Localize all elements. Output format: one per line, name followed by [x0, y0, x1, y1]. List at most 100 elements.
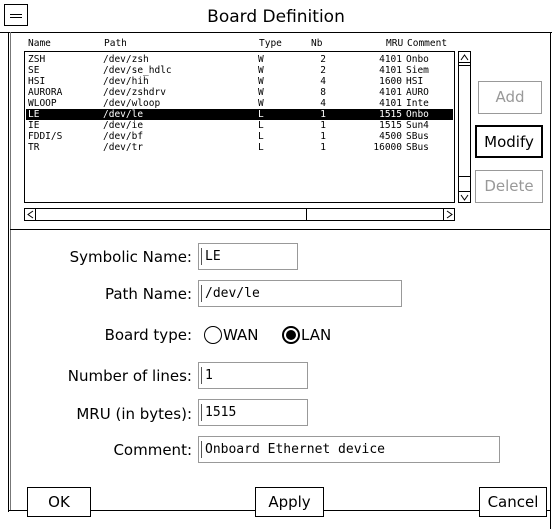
window-title: Board Definition	[207, 7, 345, 27]
list-cell-path: /dev/wloop	[103, 98, 161, 109]
list-cell-nb: 2	[320, 65, 326, 76]
text-caret	[201, 285, 202, 302]
board-type-label: Board type:	[104, 326, 192, 344]
scroll-down-arrow-icon[interactable]	[459, 191, 470, 202]
window-left-border	[8, 32, 9, 512]
column-header-mru: MRU	[386, 38, 404, 49]
symbolic-name-label: Symbolic Name:	[69, 248, 192, 266]
scroll-left-arrow-icon[interactable]	[25, 209, 36, 220]
number-of-lines-value: 1	[205, 368, 213, 383]
list-item[interactable]: LE/dev/le L 1 1515 Onbo	[26, 109, 453, 120]
list-cell-name: TR	[28, 142, 40, 153]
column-header-nb: Nb	[311, 38, 323, 49]
list-cell-comment: SBus	[406, 131, 429, 142]
list-cell-name: FDDI/S	[28, 131, 63, 142]
section-divider	[10, 229, 550, 230]
list-cell-name: ZSH	[28, 54, 46, 65]
scroll-right-arrow-icon[interactable]	[443, 209, 454, 220]
mru-value: 1515	[205, 405, 237, 420]
list-cell-name: LE	[28, 109, 40, 120]
path-name-value: /dev/le	[205, 286, 260, 301]
list-item[interactable]: AURORA/dev/zshdrv W 8 4101 AURO	[26, 87, 453, 98]
list-cell-nb: 1	[320, 120, 326, 131]
list-cell-nb: 2	[320, 54, 326, 65]
comment-field[interactable]: Onboard Ethernet device	[198, 436, 500, 463]
list-cell-type: L	[258, 142, 264, 153]
list-cell-type: W	[258, 87, 264, 98]
add-button[interactable]: Add	[478, 81, 542, 114]
list-item[interactable]: FDDI/S/dev/bf L 1 4500 SBus	[26, 131, 453, 142]
list-item[interactable]: TR/dev/tr L 1 16000 SBus	[26, 142, 453, 153]
list-cell-path: /dev/le	[103, 109, 144, 120]
list-cell-nb: 8	[320, 87, 326, 98]
list-cell-comment: SBus	[406, 142, 429, 153]
list-cell-path: /dev/zsh	[103, 54, 149, 65]
list-item[interactable]: ZSH/dev/zsh W 2 4101 Onbo	[26, 54, 453, 65]
path-name-field[interactable]: /dev/le	[198, 280, 402, 307]
list-cell-type: W	[258, 98, 264, 109]
list-cell-comment: Siem	[406, 65, 429, 76]
column-header-type: Type	[259, 38, 282, 49]
apply-button[interactable]: Apply	[255, 487, 324, 517]
list-cell-comment: Onbo	[406, 54, 429, 65]
symbolic-name-value: LE	[205, 249, 221, 264]
list-cell-comment: Sun4	[406, 120, 429, 131]
text-caret	[201, 404, 202, 421]
list-item[interactable]: WLOOP/dev/wloop W 4 4101 Inte	[26, 98, 453, 109]
horizontal-scroll-thumb[interactable]	[37, 209, 307, 220]
list-cell-mru: 1515	[379, 109, 402, 120]
column-header-path: Path	[104, 38, 127, 49]
ok-button[interactable]: OK	[27, 487, 91, 517]
column-header-name: Name	[28, 38, 51, 49]
list-item[interactable]: HSI/dev/hih W 4 1600 HSI	[26, 76, 453, 87]
delete-button[interactable]: Delete	[475, 170, 543, 203]
number-of-lines-label: Number of lines:	[67, 367, 192, 385]
symbolic-name-field[interactable]: LE	[198, 243, 298, 270]
list-cell-nb: 1	[320, 142, 326, 153]
list-cell-name: AURORA	[28, 87, 63, 98]
lan-radio-button[interactable]	[282, 326, 300, 344]
list-cell-mru: 4101	[379, 65, 402, 76]
list-cell-mru: 1600	[379, 76, 402, 87]
mru-field[interactable]: 1515	[198, 399, 308, 426]
list-vertical-scrollbar[interactable]	[458, 51, 471, 203]
list-cell-type: L	[258, 120, 264, 131]
wan-radio-label[interactable]: WAN	[223, 326, 259, 344]
list-cell-type: L	[258, 131, 264, 142]
window-right-border	[550, 32, 551, 529]
list-cell-mru: 4101	[379, 98, 402, 109]
board-definition-window: Board Definition Name Path Type Nb MRU C…	[0, 0, 552, 529]
list-item[interactable]: IE/dev/ie L 1 1515 Sun4	[26, 120, 453, 131]
vertical-scroll-thumb[interactable]	[459, 65, 470, 177]
list-cell-comment: HSI	[406, 76, 424, 87]
list-cell-type: L	[258, 109, 264, 120]
cancel-button[interactable]: Cancel	[479, 487, 547, 517]
lan-radio-label[interactable]: LAN	[301, 326, 331, 344]
modify-button[interactable]: Modify	[475, 125, 543, 158]
list-cell-mru: 1515	[379, 120, 402, 131]
list-cell-path: /dev/hih	[103, 76, 149, 87]
list-cell-name: SE	[28, 65, 40, 76]
list-horizontal-scrollbar[interactable]	[24, 208, 455, 221]
text-caret	[201, 441, 202, 458]
path-name-label: Path Name:	[104, 285, 192, 303]
wan-radio-button[interactable]	[204, 326, 222, 344]
scroll-up-arrow-icon[interactable]	[459, 52, 470, 63]
mru-label: MRU (in bytes):	[76, 405, 192, 423]
list-cell-mru: 4101	[379, 87, 402, 98]
board-list[interactable]: ZSH/dev/zsh W 2 4101 Onbo SE/dev/se_hdlc W 2 410…	[24, 51, 455, 203]
list-cell-type: W	[258, 65, 264, 76]
number-of-lines-field[interactable]: 1	[198, 362, 308, 389]
comment-value: Onboard Ethernet device	[205, 442, 386, 457]
list-cell-comment: Onbo	[406, 109, 429, 120]
list-cell-path: /dev/tr	[103, 142, 144, 153]
list-cell-nb: 1	[320, 131, 326, 142]
list-cell-name: WLOOP	[28, 98, 57, 109]
list-cell-mru: 4101	[379, 54, 402, 65]
list-cell-nb: 1	[320, 109, 326, 120]
comment-label: Comment:	[113, 441, 192, 459]
list-item[interactable]: SE/dev/se_hdlc W 2 4101 Siem	[26, 65, 453, 76]
list-cell-mru: 4500	[379, 131, 402, 142]
list-cell-nb: 4	[320, 98, 326, 109]
text-caret	[201, 367, 202, 384]
